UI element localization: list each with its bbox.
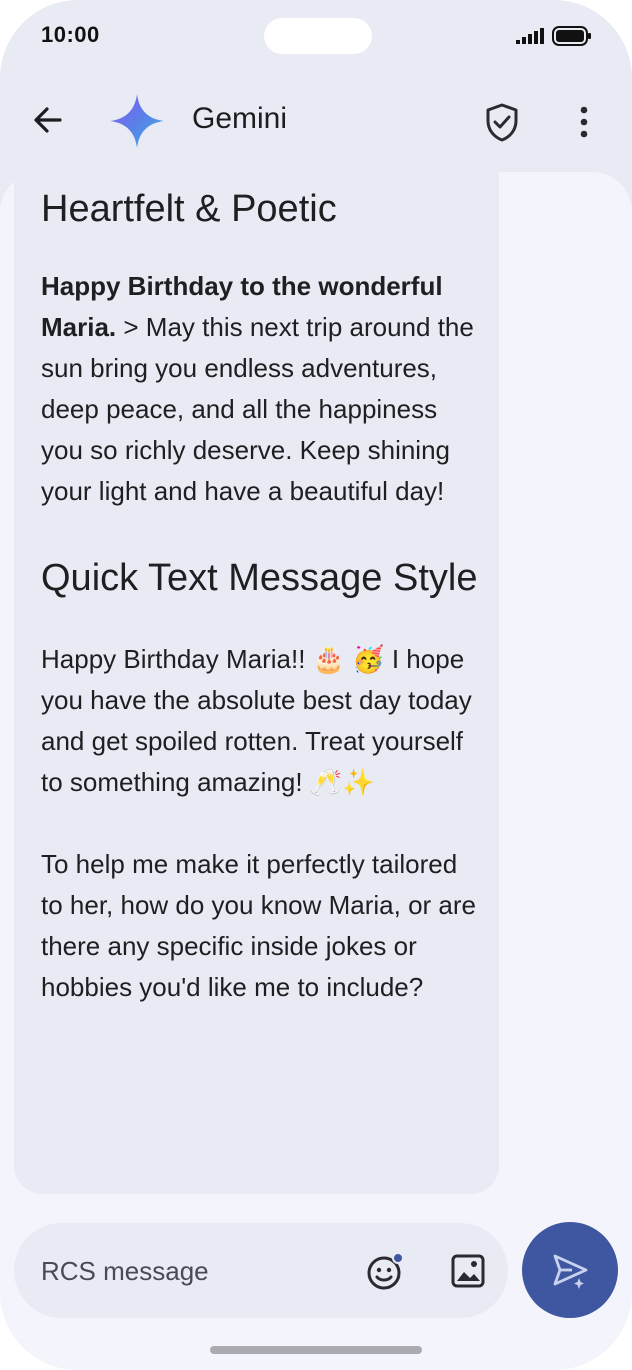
message-content: Heartfelt & Poetic Happy Birthday to the… bbox=[41, 186, 481, 1008]
emoji-icon[interactable] bbox=[366, 1251, 406, 1291]
shield-check-icon[interactable] bbox=[484, 102, 520, 142]
more-vert-icon[interactable] bbox=[570, 102, 598, 142]
camera-pill bbox=[264, 18, 372, 54]
battery-icon bbox=[552, 26, 591, 46]
heading-quick-text: Quick Text Message Style bbox=[41, 557, 478, 599]
phone-screen: 10:00 Gemini Heartfelt & Poetic Happy Bi… bbox=[0, 0, 632, 1370]
gemini-sparkle-icon bbox=[110, 94, 164, 148]
signal-icon bbox=[516, 28, 544, 44]
conversation-title: Gemini bbox=[192, 102, 288, 135]
send-icon bbox=[553, 1254, 588, 1289]
message-paragraph-3: To help me make it perfectly tailored to… bbox=[41, 849, 477, 1002]
input-placeholder: RCS message bbox=[41, 1256, 209, 1286]
image-icon[interactable] bbox=[450, 1253, 486, 1289]
send-button[interactable] bbox=[522, 1222, 618, 1318]
app-header: Gemini bbox=[0, 80, 632, 160]
message-paragraph-1: Happy Birthday to the wonderful Maria. >… bbox=[41, 266, 481, 512]
message-paragraph-2: Happy Birthday Maria!! 🎂 🥳 I hope you ha… bbox=[41, 644, 472, 797]
status-bar: 10:00 bbox=[0, 0, 632, 72]
heading-heartfelt: Heartfelt & Poetic bbox=[41, 188, 337, 230]
status-time: 10:00 bbox=[41, 22, 100, 47]
arrow-left-icon[interactable] bbox=[28, 100, 68, 140]
home-indicator[interactable] bbox=[210, 1346, 422, 1354]
message-input-field[interactable]: RCS message bbox=[14, 1223, 508, 1318]
